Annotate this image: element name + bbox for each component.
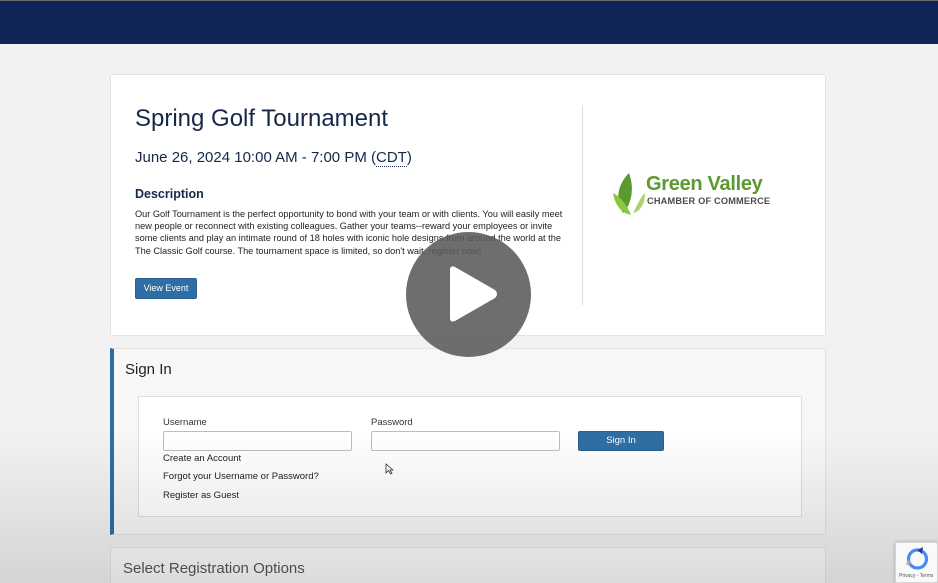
event-date-text: June 26, 2024 10:00 AM - 7:00 PM (	[135, 149, 376, 166]
username-input[interactable]	[163, 431, 352, 451]
recaptcha-badge[interactable]: Privacy - Terms	[895, 542, 938, 583]
recaptcha-icon	[906, 547, 929, 570]
create-account-link[interactable]: Create an Account	[163, 453, 241, 464]
forgot-credentials-link[interactable]: Forgot your Username or Password?	[163, 471, 319, 482]
signin-card: Sign In Username Password Sign In Create…	[110, 348, 826, 535]
view-event-button[interactable]: View Event	[135, 278, 197, 299]
username-label: Username	[163, 417, 207, 428]
leaf-logo-icon	[613, 173, 645, 215]
signin-title: Sign In	[125, 361, 172, 378]
top-header-bar	[0, 0, 938, 44]
register-guest-link[interactable]: Register as Guest	[163, 490, 239, 501]
event-title: Spring Golf Tournament	[135, 105, 389, 132]
recaptcha-terms[interactable]: Privacy - Terms	[899, 573, 933, 579]
signin-button[interactable]: Sign In	[578, 431, 664, 451]
green-valley-logo: Green Valley CHAMBER OF COMMERCE	[609, 171, 789, 217]
event-date: June 26, 2024 10:00 AM - 7:00 PM (CDT)	[135, 149, 412, 167]
logo-subtitle: CHAMBER OF COMMERCE	[647, 196, 771, 206]
mouse-cursor-icon	[385, 463, 394, 475]
password-input[interactable]	[371, 431, 560, 451]
signin-form: Username Password Sign In Create an Acco…	[138, 396, 802, 517]
event-date-close: )	[406, 149, 412, 166]
vertical-divider	[582, 105, 583, 305]
logo-name: Green Valley	[646, 173, 763, 195]
video-play-button[interactable]	[406, 232, 531, 357]
password-label: Password	[371, 417, 413, 428]
timezone-abbr: CDT	[375, 149, 407, 167]
play-icon	[450, 266, 497, 322]
description-heading: Description	[135, 187, 204, 201]
registration-options-title: Select Registration Options	[123, 560, 305, 577]
registration-options-card: Select Registration Options	[110, 547, 826, 583]
